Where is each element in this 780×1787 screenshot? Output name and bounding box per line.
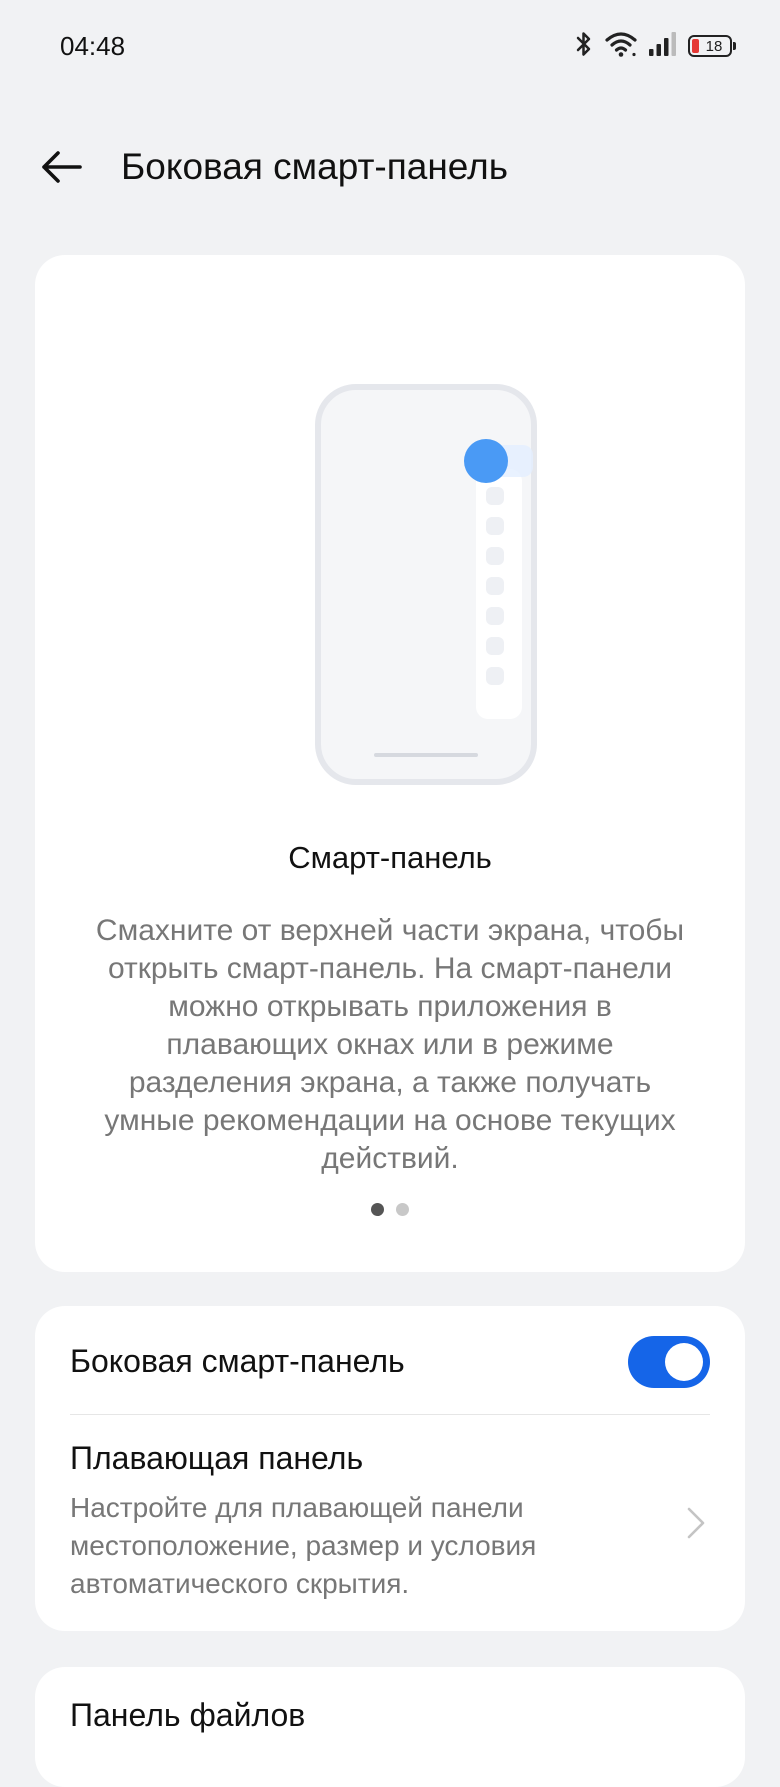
app-header: Боковая смарт-панель xyxy=(0,130,780,204)
smart-panel-label: Боковая смарт-панель xyxy=(70,1343,405,1379)
bluetooth-icon xyxy=(574,30,594,63)
floating-panel-title: Плавающая панель xyxy=(70,1440,364,1476)
smart-panel-toggle[interactable] xyxy=(628,1336,710,1388)
page-dot xyxy=(396,1203,409,1216)
signal-icon xyxy=(648,31,678,62)
toggle-knob xyxy=(665,1343,703,1381)
page-dot-active xyxy=(371,1203,384,1216)
page-indicator xyxy=(35,1203,745,1216)
gesture-dot xyxy=(464,439,508,483)
status-icons: 18 xyxy=(574,30,736,63)
arrow-left-icon xyxy=(42,151,82,183)
chevron-right-icon xyxy=(687,1507,705,1539)
intro-title: Смарт-панель xyxy=(288,840,492,875)
back-button[interactable] xyxy=(36,142,86,192)
floating-panel-description: Настройте для плавающей панели местополо… xyxy=(70,1492,537,1599)
battery-level: 18 xyxy=(705,37,723,55)
wifi-icon xyxy=(604,30,638,63)
page-title: Боковая смарт-панель xyxy=(121,146,508,187)
floating-panel-row[interactable]: Плавающая панель Настройте для плавающей… xyxy=(35,1415,745,1631)
battery-fill xyxy=(692,39,699,53)
settings-card: Боковая смарт-панель Плавающая панель На… xyxy=(35,1306,745,1631)
smart-panel-row[interactable]: Боковая смарт-панель xyxy=(35,1306,745,1414)
phone-illustration xyxy=(279,319,539,804)
status-bar: 04:48 18 xyxy=(0,0,780,95)
files-panel-card[interactable]: Панель файлов xyxy=(35,1667,745,1787)
status-time: 04:48 xyxy=(60,31,126,61)
intro-card: Смарт-панель Смахните от верхней части э… xyxy=(35,255,745,1272)
intro-description: Смахните от верхней части экрана, чтобы … xyxy=(95,914,685,1175)
battery-icon: 18 xyxy=(688,35,736,57)
